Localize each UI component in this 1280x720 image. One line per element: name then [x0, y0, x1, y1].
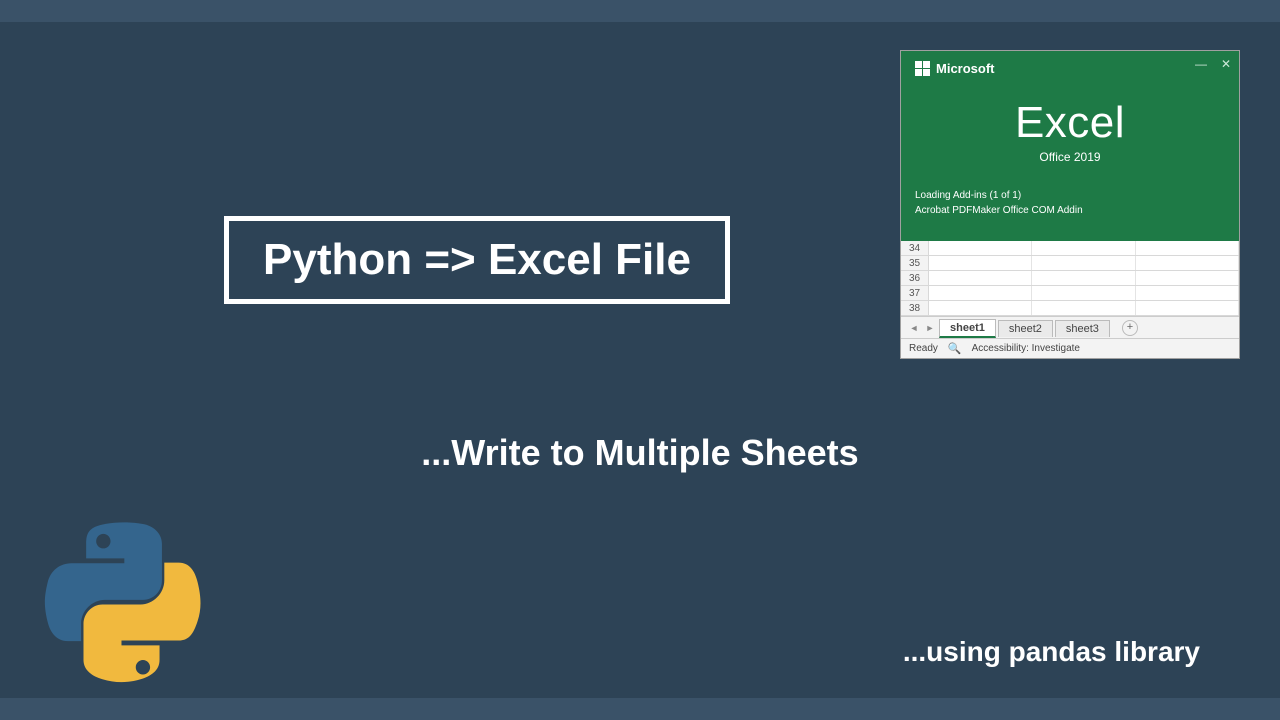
excel-window: — ✕ Microsoft Excel Office 2019 Loading … [900, 50, 1240, 359]
cell[interactable] [1136, 286, 1239, 300]
status-accessibility: Accessibility: Investigate [972, 343, 1080, 354]
cell[interactable] [929, 286, 1032, 300]
main-title: Python => Excel File [263, 235, 691, 285]
cell[interactable] [1136, 301, 1239, 315]
tab-nav-prev-icon[interactable]: ◄ [907, 323, 921, 333]
cell[interactable] [929, 256, 1032, 270]
microsoft-brand: Microsoft [915, 61, 1225, 76]
excel-product-name: Excel [915, 98, 1225, 148]
grid-row[interactable]: 36 [901, 271, 1239, 286]
cell[interactable] [1032, 271, 1135, 285]
cell[interactable] [1136, 271, 1239, 285]
grid-row[interactable]: 37 [901, 286, 1239, 301]
status-bar: Ready 🔍 Accessibility: Investigate [901, 338, 1239, 358]
row-number[interactable]: 38 [901, 301, 929, 315]
grid-row[interactable]: 34 [901, 241, 1239, 256]
row-number[interactable]: 34 [901, 241, 929, 255]
spreadsheet-grid: 34 35 36 37 38 [901, 241, 1239, 316]
top-band [0, 0, 1280, 22]
microsoft-logo-icon [915, 61, 930, 76]
excel-loading-status: Loading Add-ins (1 of 1) Acrobat PDFMake… [915, 188, 1225, 218]
status-ready: Ready [909, 343, 938, 354]
cell[interactable] [1032, 286, 1135, 300]
excel-version: Office 2019 [915, 150, 1225, 164]
excel-splash: — ✕ Microsoft Excel Office 2019 Loading … [901, 51, 1239, 241]
window-controls: — ✕ [1195, 57, 1231, 71]
sheet-tabs-row: ◄ ► sheet1 sheet2 sheet3 + [901, 316, 1239, 338]
cell[interactable] [1032, 256, 1135, 270]
bottom-band [0, 698, 1280, 720]
title-box: Python => Excel File [224, 216, 730, 304]
row-number[interactable]: 36 [901, 271, 929, 285]
subtitle-text: ...Write to Multiple Sheets [0, 432, 1280, 474]
sheet-tab-2[interactable]: sheet2 [998, 320, 1053, 337]
sheet-tab-3[interactable]: sheet3 [1055, 320, 1110, 337]
grid-row[interactable]: 38 [901, 301, 1239, 316]
add-sheet-button[interactable]: + [1122, 320, 1138, 336]
tab-nav-next-icon[interactable]: ► [923, 323, 937, 333]
row-number[interactable]: 35 [901, 256, 929, 270]
row-number[interactable]: 37 [901, 286, 929, 300]
cell[interactable] [1032, 301, 1135, 315]
cell[interactable] [1136, 241, 1239, 255]
footer-text: ...using pandas library [903, 636, 1200, 668]
close-icon[interactable]: ✕ [1221, 57, 1231, 71]
brand-label: Microsoft [936, 61, 995, 76]
cell[interactable] [1032, 241, 1135, 255]
loading-line-1: Loading Add-ins (1 of 1) [915, 188, 1225, 203]
cell[interactable] [929, 301, 1032, 315]
python-logo-icon [40, 522, 210, 692]
grid-row[interactable]: 35 [901, 256, 1239, 271]
loading-line-2: Acrobat PDFMaker Office COM Addin [915, 203, 1225, 218]
sheet-tab-1[interactable]: sheet1 [939, 319, 996, 338]
accessibility-icon: 🔍 [948, 342, 962, 355]
cell[interactable] [1136, 256, 1239, 270]
cell[interactable] [929, 271, 1032, 285]
cell[interactable] [929, 241, 1032, 255]
minimize-icon[interactable]: — [1195, 57, 1207, 71]
